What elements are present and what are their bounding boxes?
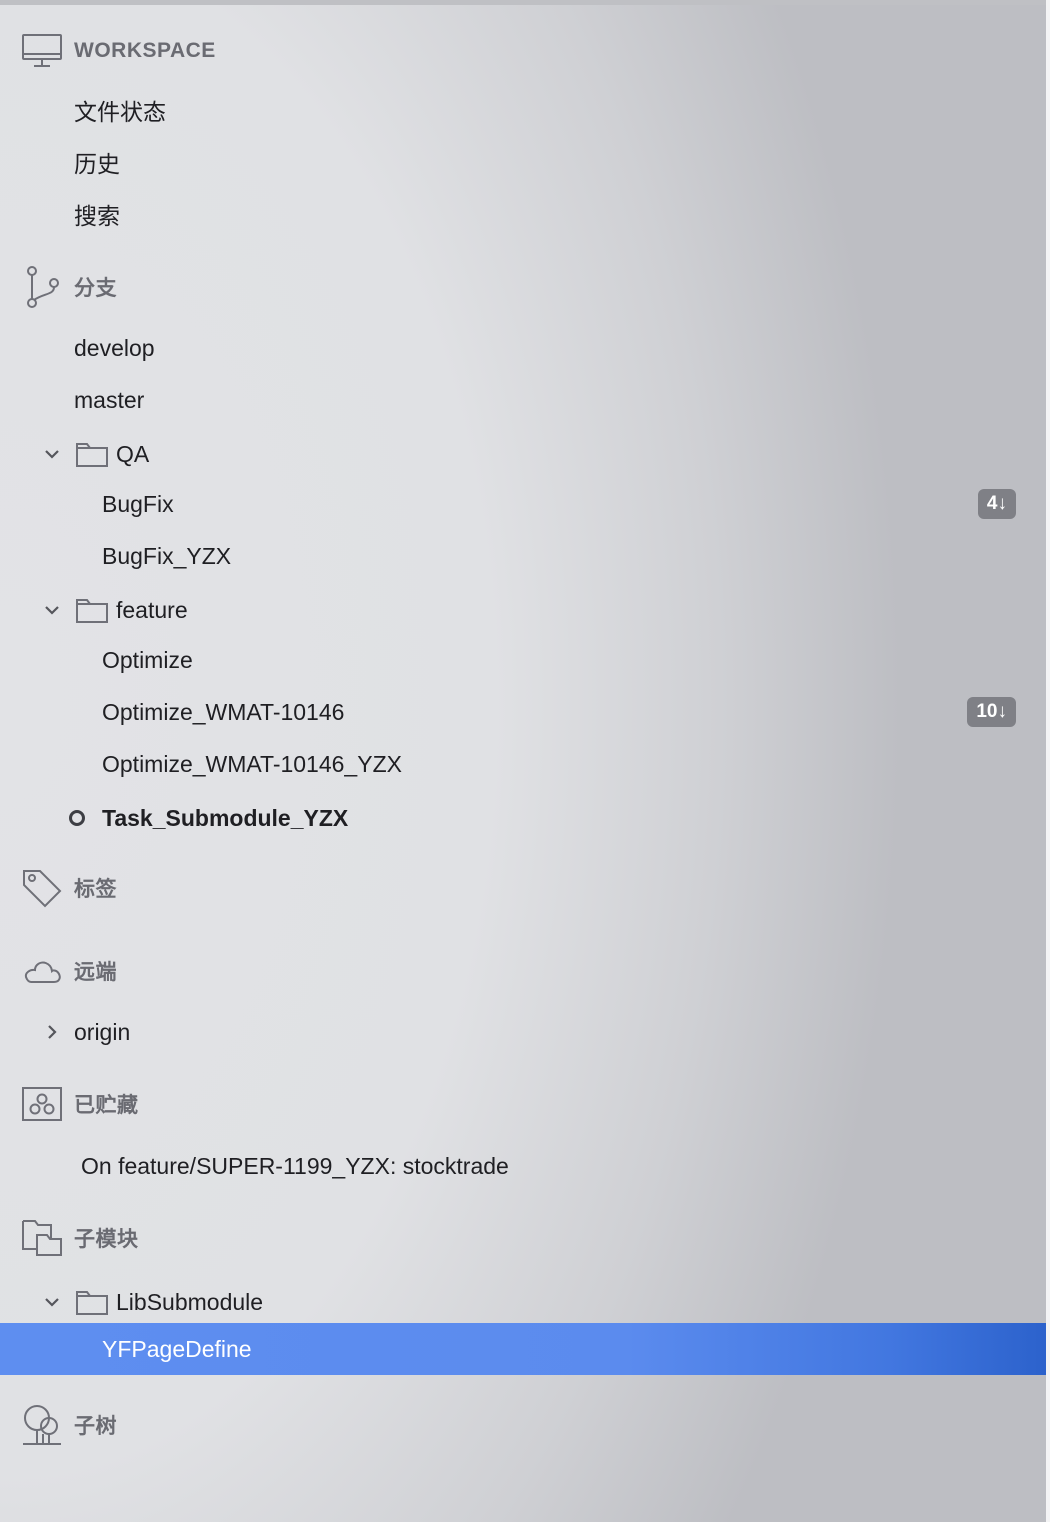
folder-label: QA [116,440,150,467]
item-label: Optimize [102,646,193,673]
section-title: 分支 [74,277,117,300]
item-label: On feature/SUPER-1199_YZX: stocktrade [81,1152,509,1179]
section-subtrees[interactable]: 子树 [0,1399,1046,1451]
section-branches[interactable]: 分支 [0,261,1046,313]
window-edge [1046,0,1050,1522]
behind-count-badge: 10↓ [967,697,1016,727]
workspace-item-file-status[interactable]: 文件状态 [0,84,1046,136]
section-title: WORKSPACE [74,39,216,62]
tag-icon [21,867,63,909]
monitor-icon [21,30,63,72]
submodule-folder-libsubmodule[interactable]: LibSubmodule [0,1276,1046,1328]
section-title: 远端 [74,961,117,984]
item-label: BugFix [102,490,174,517]
section-submodules[interactable]: 子模块 [0,1212,1046,1264]
stash-item[interactable]: On feature/SUPER-1199_YZX: stocktrade [0,1140,1046,1192]
branch-item-optimize-wmat[interactable]: Optimize_WMAT-10146 10↓ [0,686,1046,738]
workspace-item-search[interactable]: 搜索 [0,188,1046,240]
folder-label: LibSubmodule [116,1288,264,1315]
branch-item-bugfix-yzx[interactable]: BugFix_YZX [0,530,1046,582]
branch-item-bugfix[interactable]: BugFix 4↓ [0,478,1046,530]
submodule-item-yfpagedefine[interactable]: YFPageDefine [0,1323,1046,1375]
remote-item-origin[interactable]: origin [0,1006,1046,1058]
cloud-icon [21,950,63,992]
item-label: origin [74,1018,131,1045]
section-title: 标签 [74,878,117,901]
workspace-item-history[interactable]: 历史 [0,136,1046,188]
submodule-icon [21,1217,63,1259]
subtree-icon [21,1404,63,1446]
chevron-down-icon[interactable] [42,444,62,464]
section-title: 子树 [74,1415,117,1438]
section-stashes[interactable]: 已贮藏 [0,1078,1046,1130]
branch-item-current[interactable]: Task_Submodule_YZX [0,792,1046,844]
branch-folder-feature[interactable]: feature [0,584,1046,636]
item-label: 文件状态 [74,99,166,125]
folder-icon [75,440,109,468]
folder-icon [75,596,109,624]
folder-label: feature [116,596,188,623]
section-title: 子模块 [74,1228,139,1251]
item-label: 历史 [74,151,120,177]
item-label: BugFix_YZX [102,542,232,569]
branch-item-master[interactable]: master [0,374,1046,426]
chevron-down-icon[interactable] [42,1292,62,1312]
item-label: master [74,386,145,413]
folder-icon [75,1288,109,1316]
item-label: Optimize_WMAT-10146 [102,698,345,725]
section-tags[interactable]: 标签 [0,862,1046,914]
item-label: Task_Submodule_YZX [102,804,349,831]
stash-icon [21,1083,63,1125]
item-label: 搜索 [74,203,120,229]
chevron-right-icon[interactable] [42,1022,62,1042]
section-remotes[interactable]: 远端 [0,945,1046,997]
branch-item-develop[interactable]: develop [0,322,1046,374]
item-label: YFPageDefine [102,1335,252,1362]
section-workspace[interactable]: WORKSPACE [0,25,1046,77]
current-branch-icon [68,809,86,827]
behind-count-badge: 4↓ [977,489,1016,519]
sidebar: WORKSPACE 文件状态 历史 搜索 分支 develop master Q… [0,0,1046,1522]
item-label: develop [74,334,155,361]
branch-item-optimize-wmat-yzx[interactable]: Optimize_WMAT-10146_YZX [0,738,1046,790]
chevron-down-icon[interactable] [42,600,62,620]
item-label: Optimize_WMAT-10146_YZX [102,750,402,777]
section-title: 已贮藏 [74,1094,139,1117]
branch-icon [21,266,63,308]
branch-item-optimize[interactable]: Optimize [0,634,1046,686]
branch-folder-qa[interactable]: QA [0,428,1046,480]
